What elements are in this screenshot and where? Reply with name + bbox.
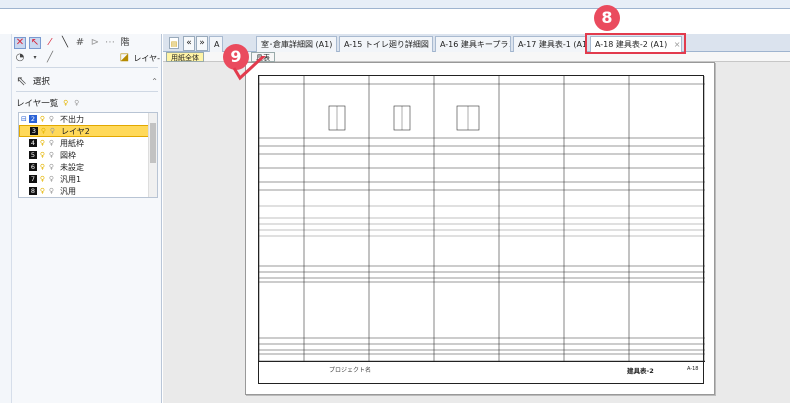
collapse-icon[interactable]: ⌃ xyxy=(151,77,158,86)
layer-name: 未設定 xyxy=(60,162,84,172)
select-header[interactable]: ⇖ 選択 ⌃ xyxy=(16,72,158,90)
layer-number: 5 xyxy=(29,151,37,159)
pointer-checkmark xyxy=(232,56,267,81)
ribbon-area xyxy=(0,0,790,34)
layer-name: レイヤ2 xyxy=(61,126,90,136)
tab-label: A-15 トイレ廻り詳細図 (A1) xyxy=(344,40,432,49)
subtab-whole-paper[interactable]: 用紙全体 xyxy=(166,52,204,62)
project-label: プロジェクト名 xyxy=(329,367,372,374)
grid-icon[interactable]: # xyxy=(74,37,86,49)
layer-number: 6 xyxy=(29,163,37,171)
tool-row-1: ✕ ↖ ⁄ ╲ # ⊳ ⋯ 階 xyxy=(14,36,131,50)
tab-a16[interactable]: A-16 建具キープラン (A1) xyxy=(435,36,511,52)
layer-row[interactable]: 7 ♀ ♀ 汎用1 xyxy=(19,173,157,185)
lock-bulb-icon[interactable]: ♀ xyxy=(48,139,55,147)
pointer-icon[interactable]: ↖ xyxy=(29,37,41,49)
title-block: プロジェクト名 建具表-2 A-18 xyxy=(259,361,705,385)
sheet-number: A-18 xyxy=(687,366,699,372)
layer-row[interactable]: 4 ♀ ♀ 用紙枠 xyxy=(19,137,157,149)
visible-bulb-icon[interactable]: ♀ xyxy=(39,151,46,159)
layer-number: 7 xyxy=(29,175,37,183)
tab-a17[interactable]: A-17 建具表-1 (A1) xyxy=(513,36,587,52)
layer-list: ⊟ 2 ♀ ♀ 不出力 3 ♀ ♀ レイヤ2 4 ♀ ♀ 用紙枠 5 ♀ ♀ 図枠 6 ♀ ♀ 未設定 7 ♀ ♀ 汎用1 8 ♀ ♀… xyxy=(18,112,158,198)
tab-nav-left[interactable]: « xyxy=(183,36,195,51)
layer-name: 汎用 xyxy=(60,186,76,196)
layer-row[interactable]: 5 ♀ ♀ 図枠 xyxy=(19,149,157,161)
layer-row[interactable]: 8 ♀ ♀ 汎用 xyxy=(19,185,157,197)
layer-name: 汎用1 xyxy=(60,174,82,184)
left-panel: ✕ ↖ ⁄ ╲ # ⊳ ⋯ 階 ◔ ▾ ╱ ◪ レイヤ- ⇖ 選択 ⌃ レイヤ一… xyxy=(12,34,162,403)
sheet-title: 建具表-2 xyxy=(627,367,654,375)
divider xyxy=(16,91,158,92)
left-edge-strip xyxy=(0,34,12,403)
layer-name: 不出力 xyxy=(60,114,84,124)
tab-label: A-16 建具キープラン (A1) xyxy=(440,40,511,49)
layer-menu-button[interactable]: レイヤ- xyxy=(133,53,160,64)
layer-number: 2 xyxy=(29,115,37,123)
layer-number: 4 xyxy=(29,139,37,147)
stairs-button[interactable]: 階 xyxy=(119,37,131,49)
tab-label: A xyxy=(214,40,220,49)
tab-a15[interactable]: A-15 トイレ廻り詳細図 (A1) xyxy=(339,36,433,52)
layer-name: 図枠 xyxy=(60,150,76,160)
layer-list-label: レイヤ一覧 xyxy=(16,99,59,109)
visible-bulb-icon[interactable]: ♀ xyxy=(40,127,47,135)
visible-bulb-icon[interactable]: ♀ xyxy=(39,175,46,183)
tab-nav-right[interactable]: » xyxy=(196,36,208,51)
sheet-frame: プロジェクト名 建具表-2 A-18 xyxy=(258,75,705,385)
line-icon[interactable]: ⁄ xyxy=(44,37,56,49)
layer-list-header: レイヤ一覧 ♀ ♀ xyxy=(16,95,80,111)
lock-bulb-icon[interactable]: ♀ xyxy=(48,163,55,171)
layer-row[interactable]: 6 ♀ ♀ 未設定 xyxy=(19,161,157,173)
layer-number: 3 xyxy=(30,127,38,135)
eraser-icon[interactable]: ◪ xyxy=(118,52,130,64)
drawing-sheet: プロジェクト名 建具表-2 A-18 xyxy=(245,62,715,395)
visible-bulb-icon[interactable]: ♀ xyxy=(39,139,46,147)
visible-bulb-icon[interactable]: ♀ xyxy=(39,115,46,123)
divider xyxy=(16,67,158,68)
tab-highlight xyxy=(585,33,686,54)
dashed-icon[interactable]: ⋯ xyxy=(104,37,116,49)
pen-icon[interactable]: ╱ xyxy=(44,52,56,64)
visible-bulb-icon[interactable]: ♀ xyxy=(39,187,46,195)
cross-select-icon[interactable]: ✕ xyxy=(14,37,26,49)
tab-list-icon[interactable]: ▤ xyxy=(169,37,179,49)
sheet-tab-bar: ▤ « » A 室･倉庫詳細図 (A1) A-15 トイレ廻り詳細図 (A1) … xyxy=(163,34,790,52)
scroll-thumb[interactable] xyxy=(150,123,156,163)
tree-expand-icon[interactable]: ⊟ xyxy=(21,115,27,123)
circle-dropdown-icon[interactable]: ◔ xyxy=(14,52,26,64)
ribbon-strip xyxy=(0,0,790,9)
lock-bulb-icon[interactable]: ♀ xyxy=(49,127,56,135)
tab-storage-detail[interactable]: 室･倉庫詳細図 (A1) xyxy=(256,36,337,52)
layer-row[interactable]: ⊟ 2 ♀ ♀ 不出力 xyxy=(19,113,157,125)
chevron-down-icon[interactable]: ▾ xyxy=(29,52,41,64)
select-arrow-icon: ⇖ xyxy=(16,73,27,89)
callout-label: 8 xyxy=(601,8,613,27)
bulb-off-icon[interactable]: ♀ xyxy=(73,99,80,107)
arrow-icon[interactable]: ⊳ xyxy=(89,37,101,49)
visible-bulb-icon[interactable]: ♀ xyxy=(39,163,46,171)
lock-bulb-icon[interactable]: ♀ xyxy=(48,151,55,159)
select-label: 選択 xyxy=(32,77,50,87)
layer-row[interactable]: 3 ♀ ♀ レイヤ2 xyxy=(19,125,157,137)
layer-number: 8 xyxy=(29,187,37,195)
layer-name: 用紙枠 xyxy=(60,138,84,148)
lock-bulb-icon[interactable]: ♀ xyxy=(48,115,55,123)
step-callout-8: 8 xyxy=(594,5,620,31)
tab-a[interactable]: A xyxy=(209,36,223,52)
layer-list-scrollbar[interactable] xyxy=(148,113,157,197)
tool-row-2: ◔ ▾ ╱ ◪ レイヤ- xyxy=(14,51,160,65)
tab-label: 室･倉庫詳細図 (A1) xyxy=(261,40,333,49)
bulb-on-icon[interactable]: ♀ xyxy=(62,99,69,107)
lock-bulb-icon[interactable]: ♀ xyxy=(48,187,55,195)
lock-bulb-icon[interactable]: ♀ xyxy=(48,175,55,183)
tab-label: A-17 建具表-1 (A1) xyxy=(518,40,587,49)
diagonal-icon[interactable]: ╲ xyxy=(59,37,71,49)
subtab-label: 用紙全体 xyxy=(171,54,199,62)
fixture-table-svg xyxy=(259,76,705,362)
